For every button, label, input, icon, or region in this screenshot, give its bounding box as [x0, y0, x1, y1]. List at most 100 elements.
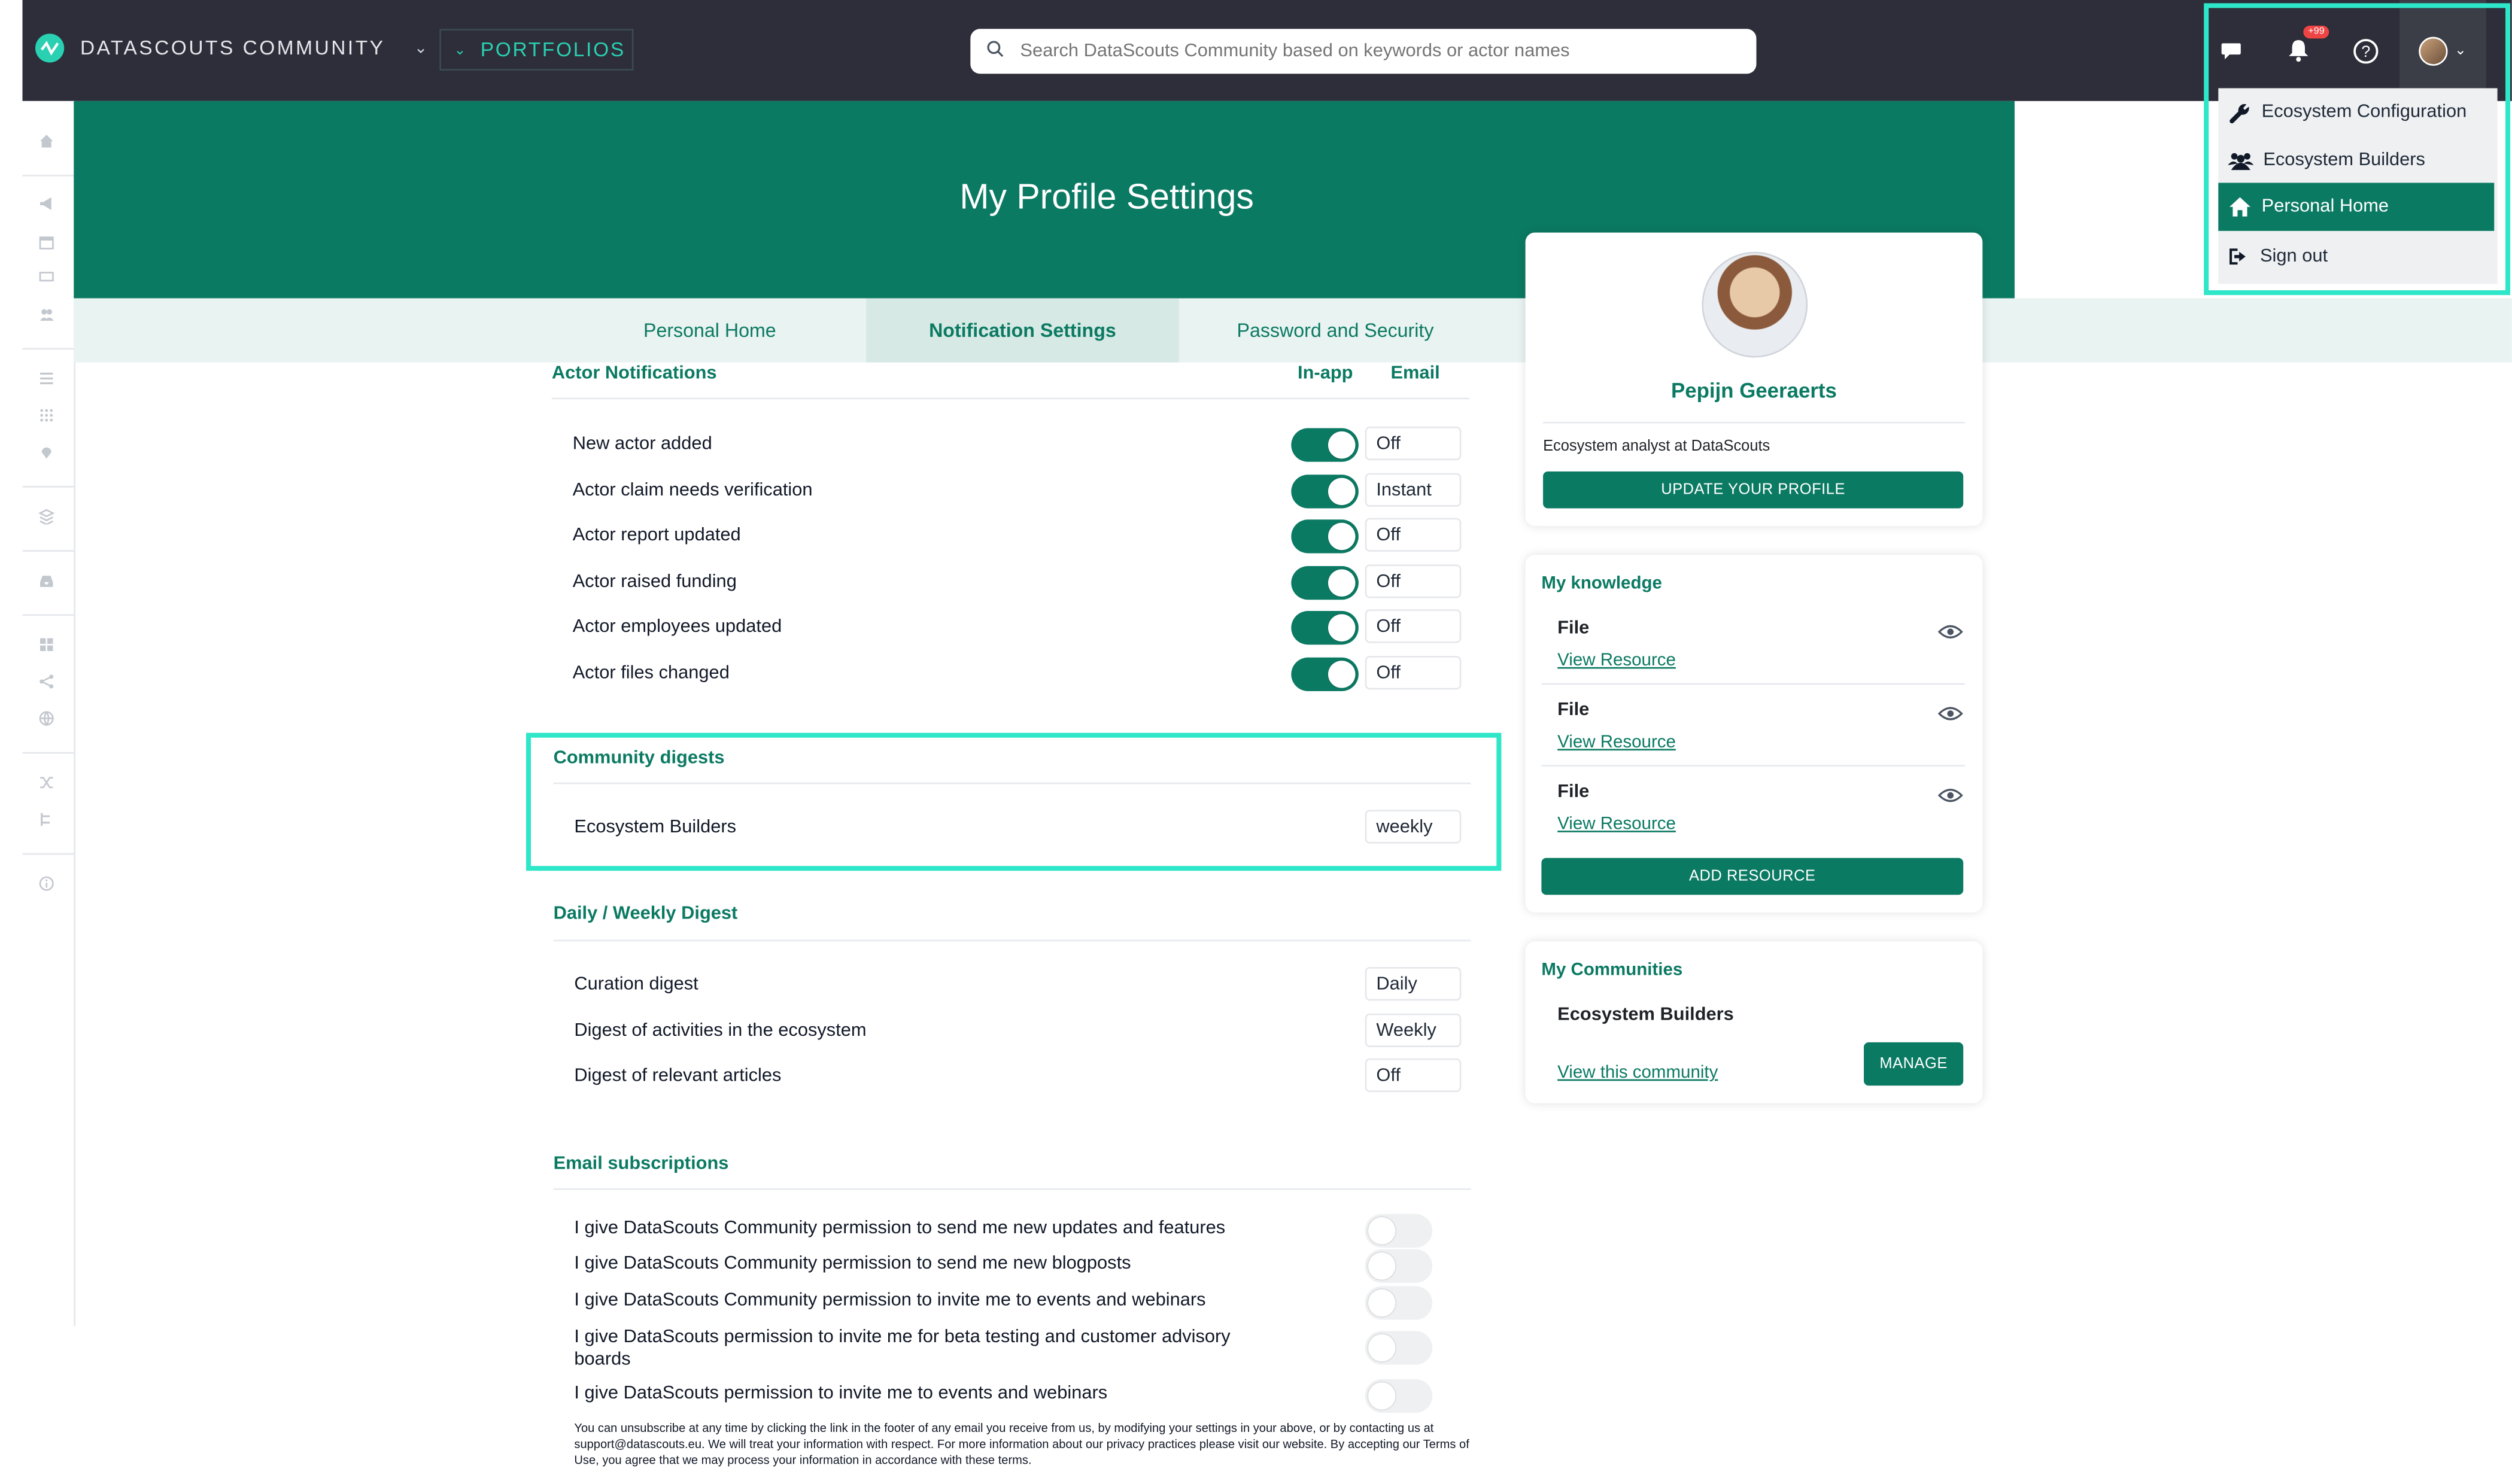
dashboard-icon[interactable]	[37, 635, 56, 654]
email-frequency-select[interactable]: Off	[1365, 426, 1462, 461]
digest-frequency-select[interactable]: Off	[1365, 1058, 1462, 1093]
section-divider	[553, 939, 1471, 942]
eye-icon[interactable]	[1937, 624, 1963, 640]
community-name: Ecosystem Builders	[1557, 1005, 1734, 1025]
map-pin-icon[interactable]	[37, 443, 56, 462]
section-divider	[553, 782, 1471, 784]
app-root: DATASCOUTS COMMUNITY ⌄ ⌄ PORTFOLIOS +99 …	[0, 0, 2512, 1483]
layers-icon[interactable]	[37, 507, 56, 526]
tab-notification-settings[interactable]: Notification Settings	[866, 298, 1179, 363]
search-input[interactable]	[1017, 39, 1729, 63]
in-app-toggle[interactable]	[1291, 428, 1359, 462]
profile-photo	[1702, 251, 1808, 358]
eye-icon[interactable]	[1937, 787, 1963, 804]
section-divider	[551, 397, 1469, 400]
sidebar-divider	[22, 486, 74, 488]
subscription-label: I give DataScouts Community permission t…	[574, 1218, 1226, 1238]
top-bar: DATASCOUTS COMMUNITY ⌄ ⌄ PORTFOLIOS	[22, 0, 2512, 101]
app-name: DATASCOUTS COMMUNITY	[80, 37, 385, 60]
communities-title: My Communities	[1541, 960, 1683, 980]
subscription-label: I give DataScouts Community permission t…	[574, 1254, 1131, 1273]
resource-title: File	[1557, 701, 1590, 720]
view-community-link[interactable]: View this community	[1557, 1063, 1718, 1082]
brand[interactable]: DATASCOUTS COMMUNITY ⌄	[35, 34, 430, 63]
in-app-toggle[interactable]	[1291, 657, 1359, 692]
grid-icon[interactable]	[37, 406, 56, 425]
email-frequency-select[interactable]: Off	[1365, 609, 1462, 643]
sidebar-divider	[22, 348, 74, 350]
portfolios-button[interactable]: ⌄ PORTFOLIOS	[439, 29, 634, 71]
users-icon[interactable]	[37, 305, 56, 324]
subscription-label: I give DataScouts Community permission t…	[574, 1291, 1206, 1310]
add-resource-button[interactable]: ADD RESOURCE	[1541, 857, 1964, 895]
community-digests-title: Community digests	[553, 749, 725, 768]
subscription-label: I give DataScouts permission to invite m…	[574, 1327, 1231, 1370]
toggle-knob	[1368, 1217, 1396, 1245]
search-bar[interactable]	[970, 29, 1757, 74]
email-frequency-select[interactable]: Off	[1365, 656, 1462, 690]
page-title: My Profile Settings	[959, 176, 1254, 217]
toggle-knob	[1328, 522, 1356, 551]
calendar-icon[interactable]	[37, 233, 56, 252]
notification-label: New actor added	[572, 434, 712, 454]
sidebar-divider	[22, 614, 74, 616]
view-resource-link[interactable]: View Resource	[1557, 814, 1676, 834]
subscription-toggle[interactable]	[1365, 1214, 1433, 1248]
datascouts-logo-icon	[35, 34, 65, 63]
portfolios-label: PORTFOLIOS	[480, 38, 625, 61]
eye-icon[interactable]	[1937, 705, 1963, 722]
manage-community-button[interactable]: MANAGE	[1864, 1042, 1964, 1086]
subscription-toggle[interactable]	[1365, 1249, 1433, 1283]
toggle-knob	[1328, 569, 1356, 597]
email-frequency-select[interactable]: Instant	[1365, 473, 1462, 507]
home-icon[interactable]	[37, 132, 56, 151]
toggle-knob	[1368, 1252, 1396, 1280]
chevron-down-icon: ⌄	[454, 41, 468, 57]
digest-frequency-select[interactable]: Daily	[1365, 966, 1462, 1001]
email-frequency-select[interactable]: Off	[1365, 518, 1462, 552]
toggle-knob	[1368, 1289, 1396, 1317]
digest-frequency-select[interactable]: weekly	[1365, 810, 1462, 844]
hierarchy-icon[interactable]	[37, 810, 56, 829]
sidebar-divider	[22, 550, 74, 552]
toggle-knob	[1328, 661, 1356, 688]
in-app-column-header: In-app	[1298, 364, 1353, 384]
profile-card: Pepijn Geeraerts Ecosystem analyst at Da…	[1525, 232, 1983, 527]
inbox-icon[interactable]	[37, 571, 56, 590]
globe-icon[interactable]	[37, 709, 56, 728]
view-resource-link[interactable]: View Resource	[1557, 651, 1676, 670]
subscription-toggle[interactable]	[1365, 1331, 1433, 1365]
email-frequency-select[interactable]: Off	[1365, 564, 1462, 598]
digest-label: Digest of activities in the ecosystem	[574, 1021, 867, 1041]
resource-title: File	[1557, 619, 1590, 638]
tab-password-security[interactable]: Password and Security	[1179, 298, 1492, 362]
in-app-toggle[interactable]	[1291, 475, 1359, 509]
notification-label: Actor files changed	[572, 664, 730, 683]
in-app-toggle[interactable]	[1291, 611, 1359, 645]
sidebar-divider	[22, 853, 74, 855]
digest-frequency-select[interactable]: Weekly	[1365, 1013, 1462, 1047]
info-icon[interactable]	[37, 874, 56, 893]
in-app-toggle[interactable]	[1291, 519, 1359, 554]
notification-label: Actor raised funding	[572, 572, 737, 592]
daily-weekly-digest-title: Daily / Weekly Digest	[553, 904, 738, 924]
list-icon[interactable]	[37, 369, 56, 388]
shuffle-icon[interactable]	[37, 773, 56, 792]
subscription-toggle[interactable]	[1365, 1286, 1433, 1320]
update-profile-button[interactable]: UPDATE YOUR PROFILE	[1543, 471, 1964, 509]
share-icon[interactable]	[37, 672, 56, 691]
digest-label: Digest of relevant articles	[574, 1066, 782, 1086]
knowledge-title: My knowledge	[1541, 574, 1662, 594]
in-app-toggle[interactable]	[1291, 566, 1359, 600]
toggle-knob	[1368, 1334, 1396, 1362]
chevron-down-icon[interactable]: ⌄	[414, 39, 430, 57]
view-resource-link[interactable]: View Resource	[1557, 733, 1676, 752]
communities-card: My Communities Ecosystem Builders View t…	[1525, 941, 1983, 1103]
digest-label: Ecosystem Builders	[574, 817, 737, 837]
profile-name: Pepijn Geeraerts	[1670, 378, 1837, 403]
resource-title: File	[1557, 782, 1590, 802]
message-icon[interactable]	[37, 268, 56, 287]
tab-personal-home[interactable]: Personal Home	[554, 298, 867, 362]
notification-label: Actor claim needs verification	[572, 481, 813, 501]
subscription-toggle[interactable]	[1365, 1379, 1433, 1413]
